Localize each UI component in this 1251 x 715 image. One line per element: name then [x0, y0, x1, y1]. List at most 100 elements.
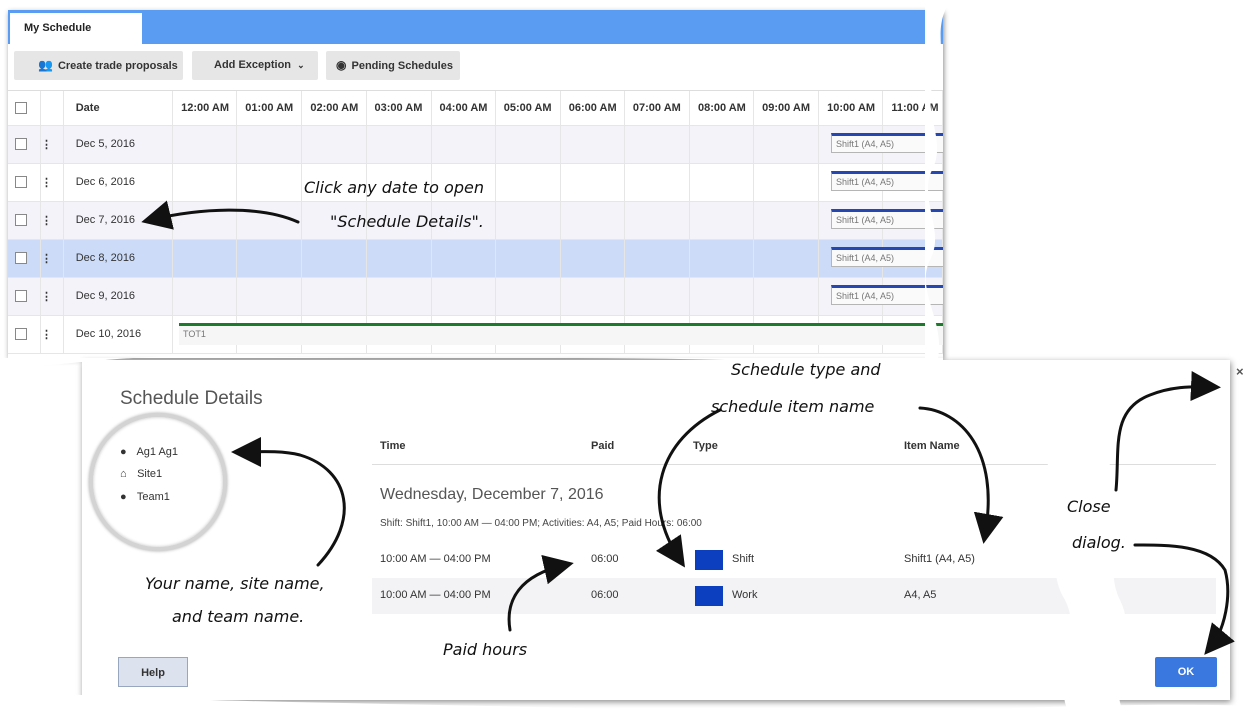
- schedule-row: ⋮ Dec 5, 2016: [8, 125, 943, 164]
- grid-header-row: Date 12:00 AM 01:00 AM 02:00 AM 03:00 AM…: [8, 91, 943, 126]
- select-all-cell: [8, 91, 41, 126]
- row-checkbox[interactable]: [15, 328, 27, 341]
- row-checkbox[interactable]: [15, 252, 27, 265]
- annotation-click-date: Click any date to open: [304, 178, 484, 197]
- row-checkbox-cell: [8, 239, 41, 278]
- schedule-row: ⋮ Dec 9, 2016: [8, 277, 943, 316]
- shift-color-swatch: [695, 550, 723, 570]
- shift-block[interactable]: Shift1 (A4, A5): [831, 171, 943, 191]
- row-menu-icon[interactable]: ⋮: [40, 163, 64, 202]
- header-divider: [372, 464, 1216, 465]
- row-checkbox-cell: [8, 125, 41, 164]
- hour-header: 06:00 AM: [560, 91, 625, 126]
- pending-schedules-button[interactable]: ◉ Pending Schedules: [326, 51, 460, 80]
- shift-block[interactable]: Shift1 (A4, A5): [831, 133, 943, 153]
- annotation-paid-hours: Paid hours: [443, 640, 528, 659]
- day-title: Wednesday, December 7, 2016: [380, 486, 604, 503]
- row-menu-icon[interactable]: ⋮: [40, 201, 64, 240]
- toolbar: 👥 Create trade proposals Add Exception ⌄ …: [8, 44, 943, 91]
- row-date-link[interactable]: Dec 8, 2016: [63, 239, 174, 278]
- help-button[interactable]: Help: [118, 657, 188, 687]
- row-checkbox-cell: [8, 163, 41, 202]
- agent-name-label: Ag1 Ag1: [136, 446, 179, 458]
- row-checkbox[interactable]: [15, 214, 27, 227]
- team-icon: ●: [120, 491, 127, 503]
- row-checkbox-cell: [8, 277, 41, 316]
- add-exception-button[interactable]: Add Exception ⌄: [192, 51, 318, 80]
- annotation-schedule-type: Schedule type and: [731, 360, 881, 379]
- agent-info-highlight: [89, 413, 227, 551]
- tab-bar: My Schedule: [8, 10, 943, 44]
- agent-name: ● Ag1 Ag1: [120, 446, 178, 458]
- date-column-header[interactable]: Date: [63, 91, 174, 126]
- type-column-header: Type: [693, 440, 718, 452]
- annotation-close-2: dialog.: [1072, 533, 1126, 552]
- row-checkbox[interactable]: [15, 138, 27, 151]
- annotation-your-name: Your name, site name,: [145, 574, 325, 593]
- annotation-schedule-type-2: schedule item name: [711, 397, 875, 416]
- hour-header: 02:00 AM: [301, 91, 367, 126]
- agent-team-label: Team1: [136, 491, 170, 503]
- building-icon: ⌂: [120, 468, 127, 480]
- create-trade-proposals-button[interactable]: 👥 Create trade proposals: [14, 51, 183, 80]
- shift-block[interactable]: Shift1 (A4, A5): [831, 285, 943, 305]
- hour-header: 10:00 AM: [818, 91, 884, 126]
- detail-paid: 06:00: [591, 589, 619, 601]
- detail-item: A4, A5: [904, 589, 937, 601]
- shift-block[interactable]: Shift1 (A4, A5): [831, 209, 943, 229]
- work-color-swatch: [695, 586, 723, 606]
- ok-button[interactable]: OK: [1155, 657, 1217, 687]
- row-date-link[interactable]: Dec 9, 2016: [63, 277, 174, 316]
- row-checkbox-cell: [8, 201, 41, 240]
- agent-team: ● Team1: [120, 491, 170, 503]
- row-date-link[interactable]: Dec 7, 2016: [63, 201, 174, 240]
- hour-header: 01:00 AM: [236, 91, 303, 126]
- select-all-checkbox[interactable]: [15, 101, 27, 114]
- schedule-row-selected: ⋮ Dec 8, 2016: [8, 239, 943, 278]
- row-checkbox-cell: [8, 315, 41, 354]
- detail-type: Shift: [732, 553, 755, 565]
- detail-row: 10:00 AM — 04:00 PM 06:00 Work A4, A5: [372, 578, 1216, 614]
- agent-site-label: Site1: [137, 468, 163, 480]
- people-swap-icon: 👥: [38, 58, 53, 72]
- detail-time: 10:00 AM — 04:00 PM: [380, 589, 491, 601]
- hour-header: 09:00 AM: [753, 91, 820, 126]
- detail-type: Work: [732, 589, 758, 601]
- hour-header: 07:00 AM: [624, 91, 690, 126]
- chevron-down-icon: ⌄: [297, 60, 305, 70]
- person-icon: ●: [120, 446, 127, 458]
- annotation-your-name-2: and team name.: [172, 607, 305, 626]
- hour-header: 11:00 AM: [882, 91, 943, 126]
- hour-header: 04:00 AM: [431, 91, 496, 126]
- shift-block[interactable]: Shift1 (A4, A5): [831, 247, 943, 267]
- pending-schedules-label: Pending Schedules: [351, 60, 453, 72]
- detail-paid: 06:00: [591, 553, 619, 565]
- dialog-title: Schedule Details: [120, 388, 263, 409]
- menu-header-cell: [40, 91, 64, 126]
- row-menu-icon[interactable]: ⋮: [40, 239, 64, 278]
- hour-header: 03:00 AM: [366, 91, 432, 126]
- row-checkbox[interactable]: [15, 176, 27, 189]
- row-menu-icon[interactable]: ⋮: [40, 125, 64, 164]
- add-exception-label: Add Exception: [214, 59, 292, 71]
- create-trade-proposals-label: Create trade proposals: [57, 60, 178, 72]
- row-date-link[interactable]: Dec 5, 2016: [63, 125, 174, 164]
- row-menu-icon[interactable]: ⋮: [40, 277, 64, 316]
- hour-header: 12:00 AM: [172, 91, 238, 126]
- row-date-link[interactable]: Dec 6, 2016: [63, 163, 174, 202]
- paid-column-header: Paid: [591, 440, 615, 452]
- row-menu-icon[interactable]: ⋮: [40, 315, 64, 354]
- row-date-link[interactable]: Dec 10, 2016: [63, 315, 174, 354]
- hour-header: 08:00 AM: [689, 91, 755, 126]
- tab-my-schedule[interactable]: My Schedule: [10, 13, 142, 44]
- row-checkbox[interactable]: [15, 290, 27, 303]
- time-off-block[interactable]: TOT1: [179, 323, 943, 345]
- hour-header: 05:00 AM: [495, 91, 561, 126]
- detail-time: 10:00 AM — 04:00 PM: [380, 553, 491, 565]
- annotation-close: Close: [1067, 497, 1111, 516]
- close-icon[interactable]: ×: [1236, 364, 1244, 379]
- detail-item: Shift1 (A4, A5): [904, 553, 975, 565]
- day-summary: Shift: Shift1, 10:00 AM — 04:00 PM; Acti…: [380, 518, 702, 529]
- schedule-details-dialog: Schedule Details ● Ag1 Ag1 ⌂ Site1 ● Tea…: [82, 360, 1230, 700]
- eye-icon: ◉: [336, 58, 347, 72]
